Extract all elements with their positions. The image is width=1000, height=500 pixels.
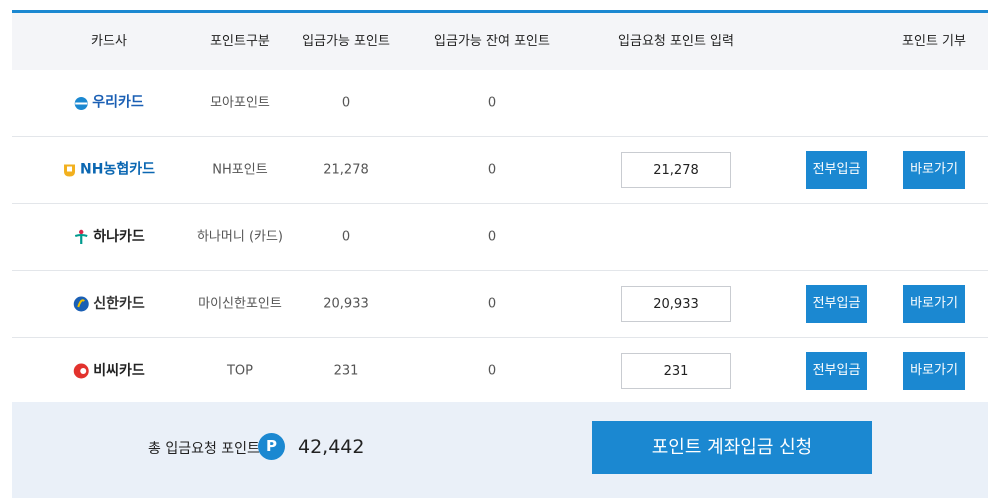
deposit-all-button[interactable]: 전부입금 <box>806 151 867 189</box>
shinhan-icon <box>73 296 89 312</box>
woori-logo: 우리카드 <box>74 94 144 111</box>
header-card-company: 카드사 <box>91 34 127 49</box>
available-points: 231 <box>333 363 359 379</box>
woori-icon <box>74 96 88 110</box>
header-request-input: 입금요청 포인트 입력 <box>618 34 734 49</box>
table-row: 하나카드 하나머니 (카드) 0 0 <box>12 204 988 271</box>
shinhan-logo: 신한카드 <box>73 296 145 312</box>
deposit-all-button[interactable]: 전부입금 <box>806 352 867 390</box>
points-table: 카드사 포인트구분 입금가능 포인트 입금가능 잔여 포인트 입금요청 포인트 … <box>12 10 988 405</box>
available-points: 21,278 <box>323 162 369 178</box>
submit-deposit-button[interactable]: 포인트 계좌입금 신청 <box>592 421 872 474</box>
request-points-input[interactable] <box>621 353 731 389</box>
bc-icon <box>73 363 89 379</box>
hana-icon <box>74 229 88 244</box>
total-request-label: 총 입금요청 포인트 <box>148 441 260 457</box>
point-type: 모아포인트 <box>210 95 270 111</box>
request-points-input[interactable] <box>621 286 731 322</box>
table-header: 카드사 포인트구분 입금가능 포인트 입금가능 잔여 포인트 입금요청 포인트 … <box>12 13 988 70</box>
remaining-points: 0 <box>487 363 497 379</box>
total-request-value: 42,442 <box>298 436 365 458</box>
card-name: 우리카드 <box>92 94 144 111</box>
table-row: 우리카드 모아포인트 0 0 <box>12 70 988 137</box>
point-type: 마이신한포인트 <box>198 296 282 312</box>
hana-logo: 하나카드 <box>73 229 145 245</box>
bc-logo: 비씨카드 <box>73 363 145 379</box>
request-points-input[interactable] <box>621 152 731 188</box>
header-remaining-points: 입금가능 잔여 포인트 <box>434 34 550 49</box>
shortcut-button[interactable]: 바로가기 <box>903 151 965 189</box>
card-name: NH농협카드 <box>80 161 155 178</box>
nh-icon <box>64 164 76 176</box>
summary-bar: 총 입금요청 포인트 P 42,442 포인트 계좌입금 신청 <box>12 402 988 498</box>
header-point-donation: 포인트 기부 <box>902 34 966 49</box>
remaining-points: 0 <box>487 296 497 312</box>
table-row: 비씨카드 TOP 231 0 전부입금 바로가기 <box>12 338 988 405</box>
remaining-points: 0 <box>487 95 497 111</box>
shortcut-button[interactable]: 바로가기 <box>903 352 965 390</box>
card-name: 비씨카드 <box>93 362 145 379</box>
deposit-all-button[interactable]: 전부입금 <box>806 285 867 323</box>
point-type: NH포인트 <box>212 162 268 178</box>
header-point-type: 포인트구분 <box>210 34 270 49</box>
table-row: NH농협카드 NH포인트 21,278 0 전부입금 바로가기 <box>12 137 988 204</box>
nh-logo: NH농협카드 <box>63 161 155 178</box>
shortcut-button[interactable]: 바로가기 <box>903 285 965 323</box>
point-type: TOP <box>226 363 253 379</box>
header-available-points: 입금가능 포인트 <box>302 34 390 49</box>
card-name: 신한카드 <box>93 295 145 312</box>
remaining-points: 0 <box>487 229 497 245</box>
point-type: 하나머니 (카드) <box>196 229 284 245</box>
card-name: 하나카드 <box>93 228 145 245</box>
available-points: 0 <box>341 229 351 245</box>
available-points: 0 <box>341 95 351 111</box>
point-badge-icon: P <box>258 433 285 460</box>
available-points: 20,933 <box>323 296 369 312</box>
remaining-points: 0 <box>487 162 497 178</box>
table-row: 신한카드 마이신한포인트 20,933 0 전부입금 바로가기 <box>12 271 988 338</box>
